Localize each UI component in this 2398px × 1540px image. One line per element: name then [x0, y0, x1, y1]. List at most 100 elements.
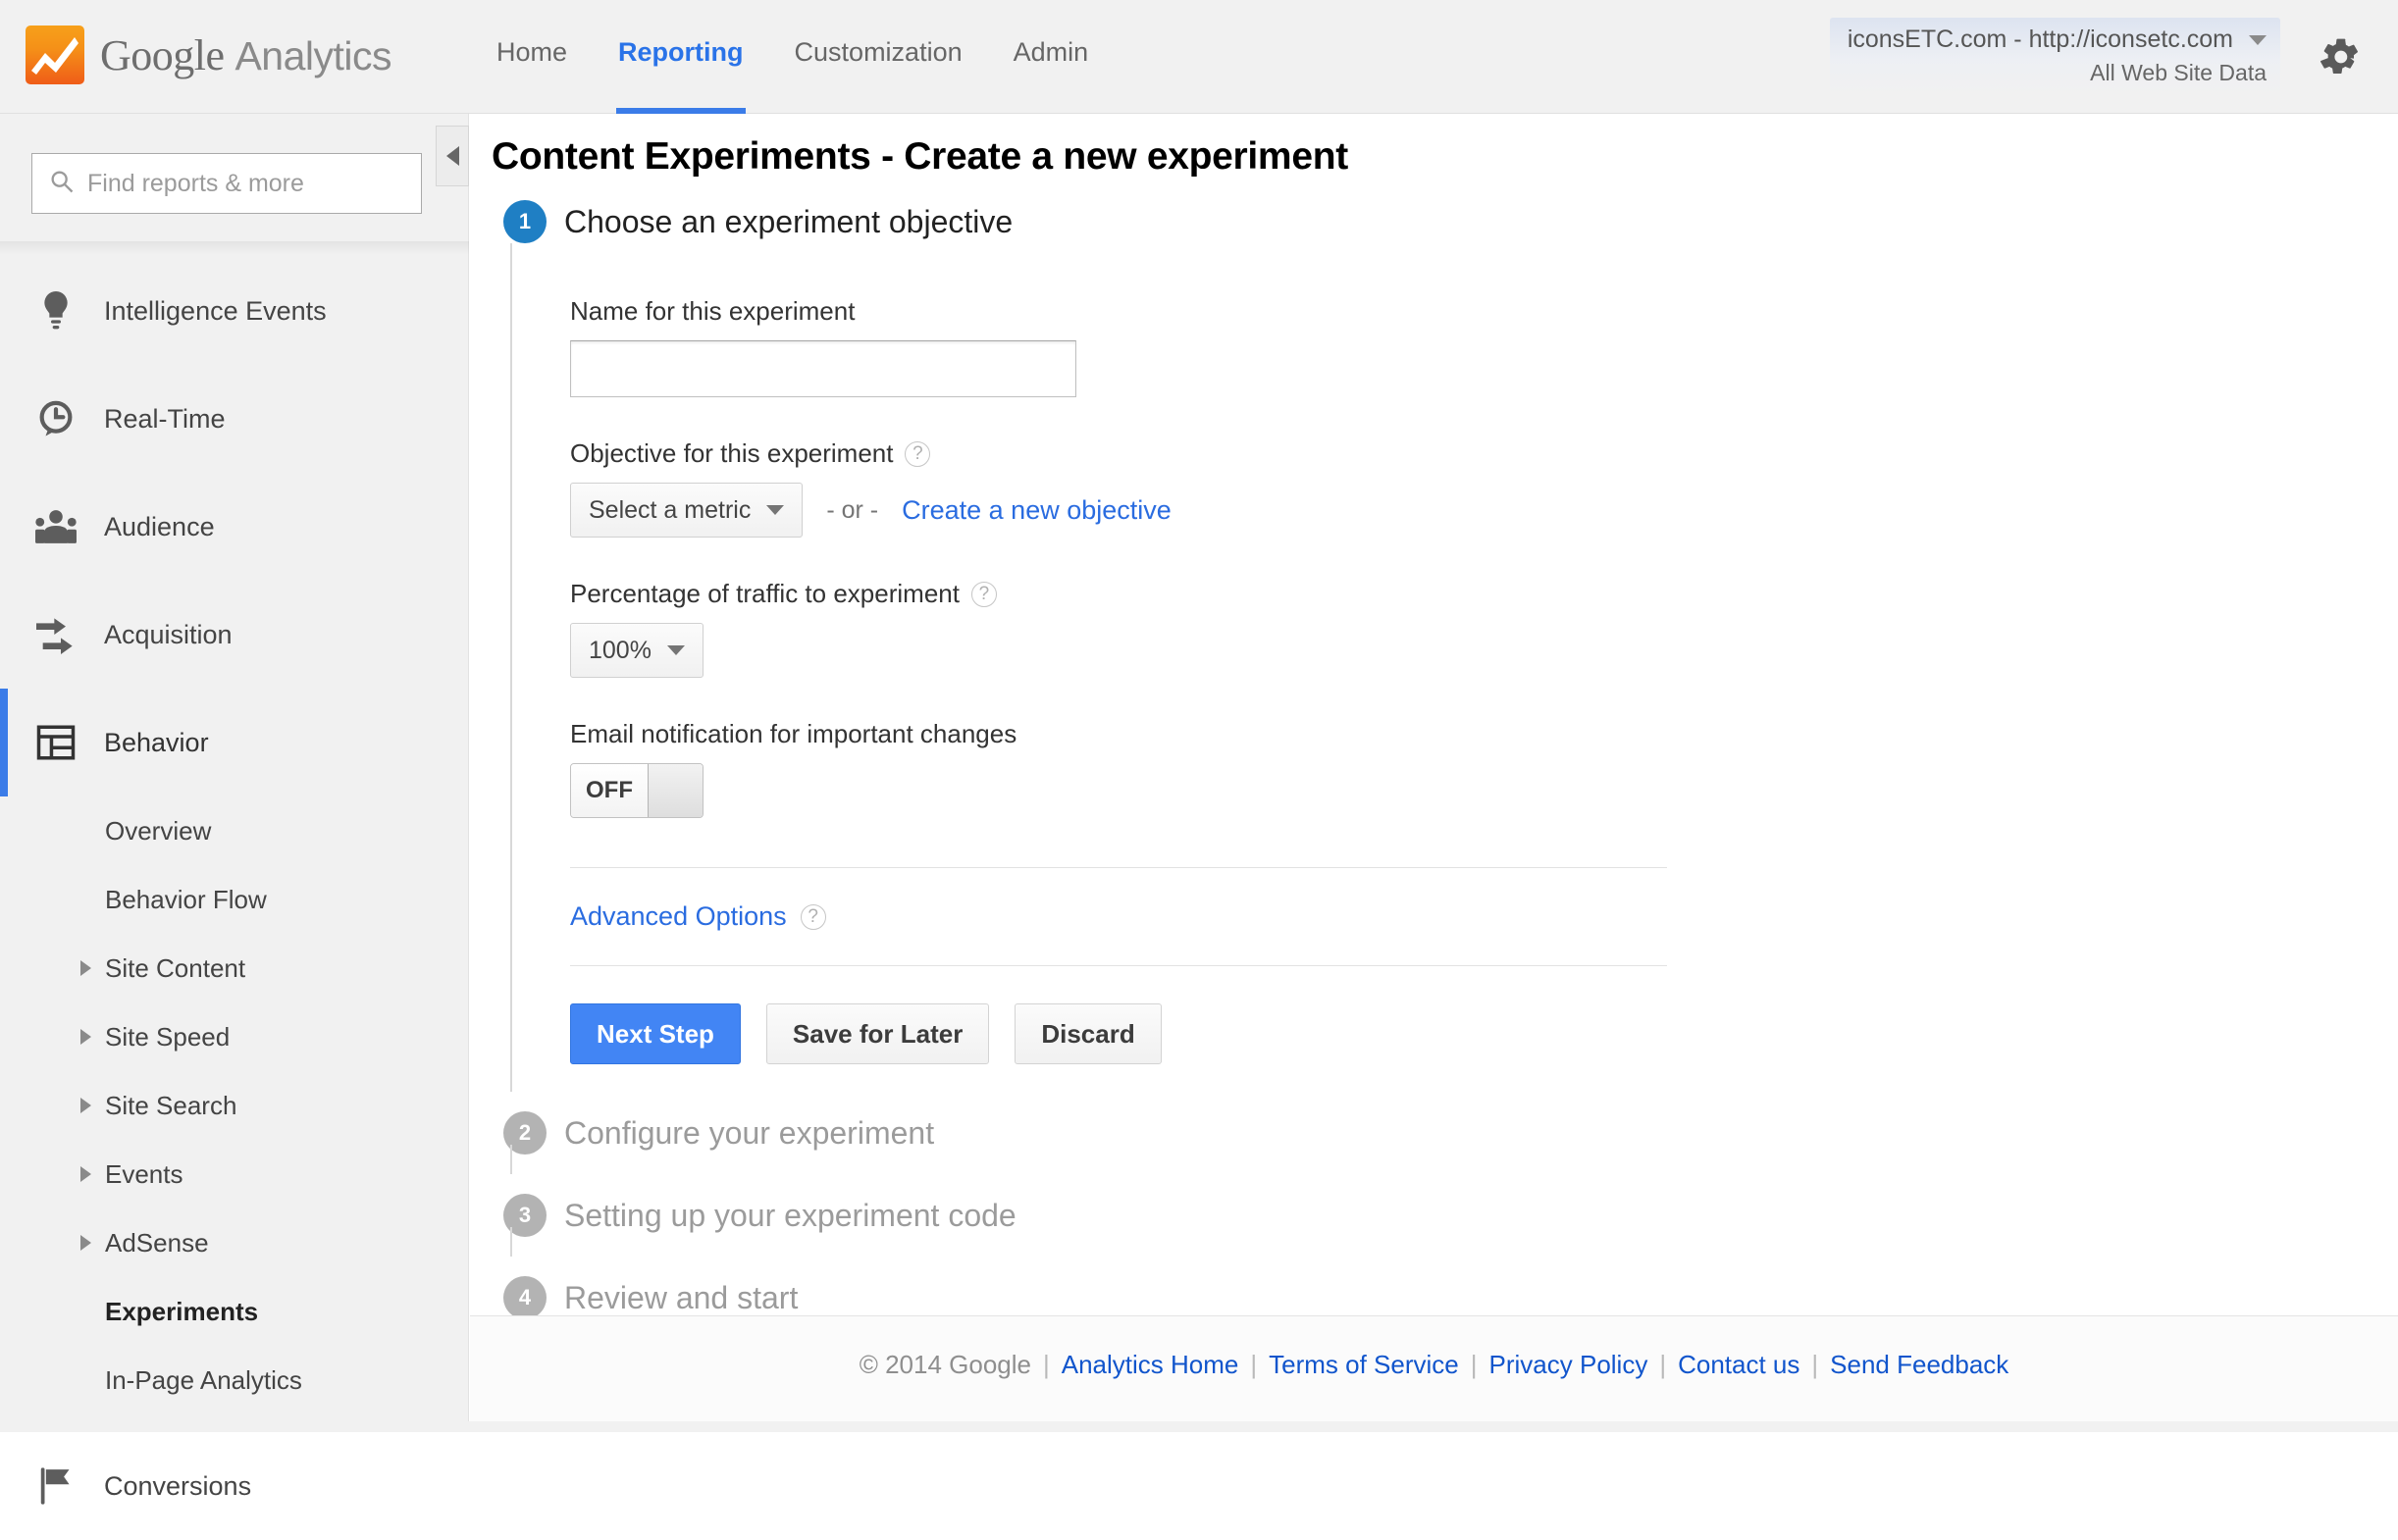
arrows-icon	[33, 612, 78, 657]
sidebar-subitem-label: Site Speed	[105, 1021, 231, 1052]
footer-link-analytics-home[interactable]: Analytics Home	[1062, 1350, 1239, 1380]
chevron-right-icon[interactable]	[80, 1098, 91, 1113]
separator: |	[1470, 1350, 1478, 1379]
sidebar-item-label: Audience	[104, 511, 215, 541]
divider-bottom	[570, 965, 1667, 966]
advanced-options-row: Advanced Options ?	[570, 901, 2398, 932]
sidebar-item-label: Acquisition	[104, 619, 233, 649]
step-4[interactable]: 4 Review and start	[470, 1257, 2398, 1315]
topnav-item-admin[interactable]: Admin	[988, 0, 1115, 114]
sidebar-subitem-label: Site Search	[105, 1090, 237, 1120]
email-notification-toggle[interactable]: OFF	[570, 763, 704, 818]
sidebar-divider	[0, 241, 469, 255]
topnav-item-reporting[interactable]: Reporting	[593, 0, 769, 114]
save-for-later-button[interactable]: Save for Later	[765, 1003, 990, 1064]
sidebar-item-intelligence-events[interactable]: Intelligence Events	[0, 257, 469, 365]
layout-icon	[33, 720, 78, 765]
sidebar-item-label: Intelligence Events	[104, 295, 327, 326]
help-icon[interactable]: ?	[970, 581, 997, 607]
advanced-options-link[interactable]: Advanced Options	[570, 901, 787, 932]
gear-icon[interactable]	[2318, 35, 2361, 78]
sidebar-subitem-overview[interactable]: Overview	[0, 796, 469, 865]
step-2-header[interactable]: 2 Configure your experiment	[503, 1092, 2398, 1174]
experiment-name-input[interactable]	[570, 340, 1076, 397]
sidebar-subitem-label: AdSense	[105, 1227, 209, 1258]
footer-link-send-feedback[interactable]: Send Feedback	[1830, 1350, 2008, 1380]
bottom-strip	[0, 1421, 2398, 1432]
traffic-controls: 100%	[570, 623, 2398, 678]
sidebar-subitem-events[interactable]: Events	[0, 1140, 469, 1208]
step-connector-line	[510, 1227, 512, 1257]
sidebar-subitem-label: In-Page Analytics	[105, 1364, 302, 1395]
step-1: 1 Choose an experiment objective Name fo…	[470, 190, 2398, 1092]
brand-google: Google	[100, 30, 225, 79]
sidebar: Find reports & more Intelligence Events	[0, 114, 469, 1505]
sidebar-subitem-site-speed[interactable]: Site Speed	[0, 1002, 469, 1071]
objective-label-row: Objective for this experiment ?	[570, 438, 2398, 469]
footer-link-privacy-policy[interactable]: Privacy Policy	[1489, 1350, 1648, 1380]
footer-link-terms-of-service[interactable]: Terms of Service	[1269, 1350, 1459, 1380]
toggle-state-label: OFF	[571, 764, 648, 817]
help-icon[interactable]: ?	[905, 440, 931, 467]
step-3[interactable]: 3 Setting up your experiment code	[470, 1174, 2398, 1257]
account-selector[interactable]: iconsETC.com - http://iconsetc.com All W…	[1829, 18, 2280, 94]
chevron-right-icon[interactable]	[80, 1029, 91, 1045]
step-2[interactable]: 2 Configure your experiment	[470, 1092, 2398, 1174]
chevron-left-icon	[445, 146, 459, 166]
brand-logo[interactable]: Google Analytics	[26, 26, 391, 84]
chevron-right-icon[interactable]	[80, 960, 91, 976]
sidebar-subitem-label: Experiments	[105, 1296, 259, 1326]
step-3-title: Setting up your experiment code	[564, 1197, 1017, 1233]
next-step-button[interactable]: Next Step	[570, 1003, 741, 1064]
main-content: Content Experiments - Create a new exper…	[470, 114, 2398, 1315]
search-input[interactable]: Find reports & more	[31, 153, 422, 214]
account-property: iconsETC.com - http://iconsetc.com	[1847, 26, 2233, 53]
help-icon[interactable]: ?	[800, 903, 826, 930]
step-connector-line	[510, 1145, 512, 1174]
traffic-label-row: Percentage of traffic to experiment ?	[570, 579, 2398, 609]
topnav-item-customization[interactable]: Customization	[769, 0, 988, 114]
sidebar-item-behavior[interactable]: Behavior	[0, 689, 469, 796]
objective-metric-select[interactable]: Select a metric	[570, 483, 804, 538]
create-new-objective-link[interactable]: Create a new objective	[902, 495, 1172, 526]
toggle-knob[interactable]	[648, 764, 703, 817]
sidebar-subitem-label: Site Content	[105, 952, 246, 983]
account-view: All Web Site Data	[2090, 60, 2267, 85]
divider-top	[570, 867, 1667, 868]
step-3-header[interactable]: 3 Setting up your experiment code	[503, 1174, 2398, 1257]
separator: |	[1811, 1350, 1819, 1379]
sidebar-subitem-site-content[interactable]: Site Content	[0, 934, 469, 1002]
chevron-right-icon[interactable]	[80, 1166, 91, 1182]
sidebar-subitem-adsense[interactable]: AdSense	[0, 1208, 469, 1277]
chevron-down-icon[interactable]	[2249, 34, 2267, 45]
or-separator: - or -	[826, 495, 879, 524]
sidebar-item-real-time[interactable]: Real-Time	[0, 365, 469, 473]
sidebar-item-acquisition[interactable]: Acquisition	[0, 581, 469, 689]
sidebar-item-label: Conversions	[104, 1470, 252, 1501]
chevron-right-icon[interactable]	[80, 1235, 91, 1251]
sidebar-collapse-button[interactable]	[436, 126, 469, 186]
sidebar-subitem-in-page-analytics[interactable]: In-Page Analytics	[0, 1346, 469, 1414]
traffic-percentage-value: 100%	[589, 636, 652, 664]
experiment-name-field: Name for this experiment	[570, 296, 2398, 397]
sidebar-subitem-behavior-flow[interactable]: Behavior Flow	[0, 865, 469, 934]
brand-product: Analytics	[235, 32, 391, 78]
sidebar-item-conversions[interactable]: Conversions	[0, 1432, 469, 1540]
topnav-item-home[interactable]: Home	[471, 0, 593, 114]
sidebar-subitem-site-search[interactable]: Site Search	[0, 1071, 469, 1140]
email-notification-label: Email notification for important changes	[570, 719, 1017, 748]
search-icon	[48, 168, 76, 200]
step-connector-line	[510, 243, 512, 1092]
step-1-header: 1 Choose an experiment objective	[503, 190, 2398, 253]
step-4-badge: 4	[503, 1276, 547, 1315]
sidebar-item-audience[interactable]: Audience	[0, 473, 469, 581]
traffic-percentage-select[interactable]: 100%	[570, 623, 704, 678]
step-1-title: Choose an experiment objective	[564, 203, 1014, 239]
step-4-header[interactable]: 4 Review and start	[503, 1257, 2398, 1315]
objective-controls: Select a metric - or - Create a new obje…	[570, 483, 2398, 538]
footer-link-contact-us[interactable]: Contact us	[1678, 1350, 1799, 1380]
people-icon	[33, 504, 78, 549]
page-title: Content Experiments - Create a new exper…	[492, 135, 1348, 178]
sidebar-subitem-experiments[interactable]: Experiments	[0, 1277, 469, 1346]
discard-button[interactable]: Discard	[1015, 1003, 1162, 1064]
